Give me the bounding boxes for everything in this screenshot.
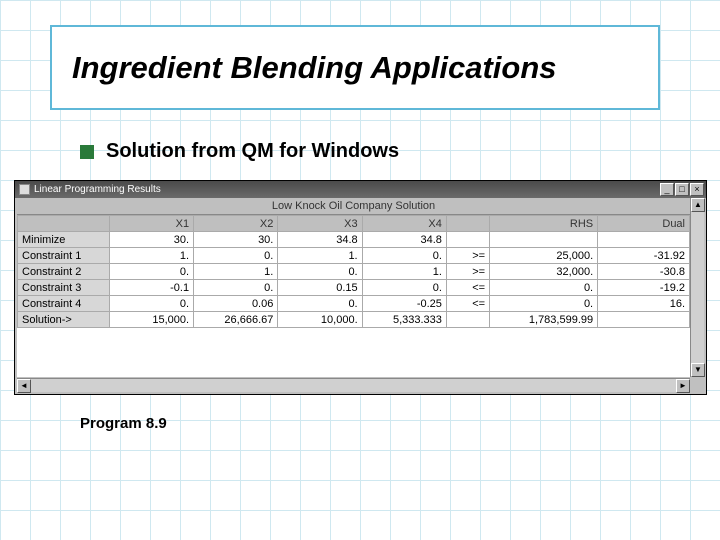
- table-row: Constraint 11.0.1.0.>=25,000.-31.92: [18, 248, 690, 264]
- qm-results-window: Linear Programming Results _ □ × Low Kno…: [14, 180, 707, 395]
- cell-x3: 0.: [278, 264, 362, 280]
- cell-dual: [598, 232, 690, 248]
- row-label: Solution->: [18, 312, 110, 328]
- window-body: Low Knock Oil Company Solution X1 X2 X3 …: [17, 198, 690, 377]
- scroll-right-icon[interactable]: ►: [676, 379, 690, 393]
- slide-title: Ingredient Blending Applications: [72, 50, 557, 86]
- close-button[interactable]: ×: [690, 183, 704, 196]
- window-caption: Low Knock Oil Company Solution: [17, 198, 690, 215]
- cell-x3: 1.: [278, 248, 362, 264]
- row-label: Constraint 4: [18, 296, 110, 312]
- maximize-button[interactable]: □: [675, 183, 689, 196]
- cell-x4: -0.25: [362, 296, 446, 312]
- cell-rhs: 0.: [490, 280, 598, 296]
- cell-rhs: 1,783,599.99: [490, 312, 598, 328]
- cell-rhs: 25,000.: [490, 248, 598, 264]
- window-titlebar: Linear Programming Results _ □ ×: [15, 181, 706, 198]
- cell-dual: 16.: [598, 296, 690, 312]
- cell-x4: 0.: [362, 280, 446, 296]
- cell-rhs: 0.: [490, 296, 598, 312]
- cell-op: <=: [446, 296, 489, 312]
- col-rowlabel: [18, 216, 110, 232]
- window-buttons: _ □ ×: [660, 183, 704, 196]
- app-icon: [19, 184, 30, 195]
- cell-x2: 26,666.67: [194, 312, 278, 328]
- cell-dual: -31.92: [598, 248, 690, 264]
- title-box: Ingredient Blending Applications: [50, 25, 660, 110]
- cell-x4: 34.8: [362, 232, 446, 248]
- col-dual: Dual: [598, 216, 690, 232]
- table-row: Solution->15,000.26,666.6710,000.5,333.3…: [18, 312, 690, 328]
- row-label: Constraint 1: [18, 248, 110, 264]
- cell-x2: 30.: [194, 232, 278, 248]
- table-row: Constraint 40.0.060.-0.25<=0.16.: [18, 296, 690, 312]
- col-x3: X3: [278, 216, 362, 232]
- table-row: Constraint 3-0.10.0.150.<=0.-19.2: [18, 280, 690, 296]
- cell-x1: -0.1: [109, 280, 193, 296]
- col-x4: X4: [362, 216, 446, 232]
- cell-op: [446, 312, 489, 328]
- col-rhs: RHS: [490, 216, 598, 232]
- scroll-up-icon[interactable]: ▲: [691, 198, 705, 212]
- cell-x4: 5,333.333: [362, 312, 446, 328]
- cell-rhs: 32,000.: [490, 264, 598, 280]
- col-x2: X2: [194, 216, 278, 232]
- row-label: Constraint 2: [18, 264, 110, 280]
- cell-x2: 0.06: [194, 296, 278, 312]
- cell-x2: 1.: [194, 264, 278, 280]
- cell-dual: [598, 312, 690, 328]
- cell-x4: 0.: [362, 248, 446, 264]
- program-label: Program 8.9: [80, 415, 167, 432]
- bullet-icon: [80, 145, 94, 159]
- cell-x1: 0.: [109, 296, 193, 312]
- cell-x3: 10,000.: [278, 312, 362, 328]
- window-title: Linear Programming Results: [34, 184, 161, 195]
- cell-op: >=: [446, 264, 489, 280]
- cell-op: [446, 232, 489, 248]
- vertical-scrollbar[interactable]: ▲ ▼: [690, 198, 704, 377]
- cell-x1: 30.: [109, 232, 193, 248]
- results-table: X1 X2 X3 X4 RHS Dual Minimize30.30.34.83…: [17, 215, 690, 328]
- cell-rhs: [490, 232, 598, 248]
- cell-x3: 0.15: [278, 280, 362, 296]
- cell-x2: 0.: [194, 248, 278, 264]
- col-x1: X1: [109, 216, 193, 232]
- table-row: Minimize30.30.34.834.8: [18, 232, 690, 248]
- cell-x3: 34.8: [278, 232, 362, 248]
- subtitle-text: Solution from QM for Windows: [106, 140, 399, 163]
- scroll-left-icon[interactable]: ◄: [17, 379, 31, 393]
- minimize-button[interactable]: _: [660, 183, 674, 196]
- cell-dual: -30.8: [598, 264, 690, 280]
- row-label: Constraint 3: [18, 280, 110, 296]
- cell-x3: 0.: [278, 296, 362, 312]
- table-row: Constraint 20.1.0.1.>=32,000.-30.8: [18, 264, 690, 280]
- table-header-row: X1 X2 X3 X4 RHS Dual: [18, 216, 690, 232]
- scroll-down-icon[interactable]: ▼: [691, 363, 705, 377]
- cell-x1: 15,000.: [109, 312, 193, 328]
- col-op: [446, 216, 489, 232]
- cell-x1: 1.: [109, 248, 193, 264]
- cell-x1: 0.: [109, 264, 193, 280]
- cell-x4: 1.: [362, 264, 446, 280]
- subtitle-row: Solution from QM for Windows: [80, 140, 399, 163]
- row-label: Minimize: [18, 232, 110, 248]
- cell-op: <=: [446, 280, 489, 296]
- cell-dual: -19.2: [598, 280, 690, 296]
- cell-op: >=: [446, 248, 489, 264]
- horizontal-scrollbar[interactable]: ◄ ►: [17, 378, 690, 392]
- cell-x2: 0.: [194, 280, 278, 296]
